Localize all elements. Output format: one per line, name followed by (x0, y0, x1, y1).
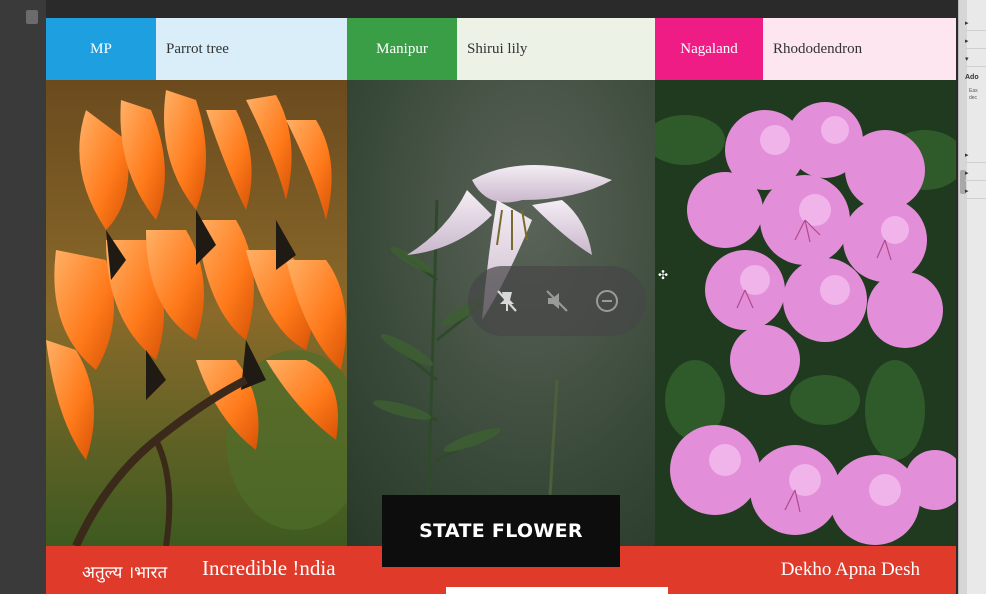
flower-label: Rhododendron (763, 18, 956, 80)
state-label: MP (46, 18, 156, 80)
panel-expander-5[interactable]: ▸ (965, 168, 986, 181)
panel-expander-2[interactable]: ▸ (965, 36, 986, 49)
panel-expander-6[interactable]: ▸ (965, 186, 986, 199)
panel-expander-1[interactable]: ▸ (965, 18, 986, 31)
state-flower-caption: STATE FLOWER (382, 495, 620, 567)
panel-expander-4[interactable]: ▸ (965, 150, 986, 163)
flower-label: Parrot tree (156, 18, 347, 80)
media-control-overlay (468, 266, 646, 336)
tagline-text: Dekho Apna Desh (780, 559, 920, 580)
minus-circle-icon[interactable] (590, 284, 624, 318)
panel-expander-3[interactable]: ▾ (965, 54, 986, 67)
rhododendron-photo (655, 80, 956, 546)
hindi-logo-text: अतुल्य ।भारत (82, 563, 168, 583)
panel-heading: Ado (965, 74, 979, 81)
panel-description: Eas dec (969, 88, 978, 101)
incredible-india-logo-text: Incredible !ndia (202, 556, 336, 580)
flower-label: Shirui lily (457, 18, 655, 80)
parrot-tree-photo (46, 80, 347, 546)
left-window-edge (0, 0, 46, 594)
mute-icon[interactable] (540, 284, 574, 318)
state-label: Manipur (347, 18, 457, 80)
flower-column-nagaland: Nagaland Rhododendron (655, 18, 956, 594)
move-cursor-icon: ✣ (658, 268, 669, 282)
window-knob (26, 10, 38, 24)
pin-off-icon[interactable] (490, 284, 524, 318)
right-side-panel: ▸ ▸ ▾ Ado Eas dec ▸ ▸ ▸ (958, 0, 986, 594)
presentation-slide: MP Parrot tree Manipur Shirui lily Nagal… (46, 18, 956, 594)
caption-underline (446, 587, 668, 594)
state-label: Nagaland (655, 18, 763, 80)
panel-scrollbar[interactable] (959, 0, 967, 594)
flower-column-mp: MP Parrot tree (46, 18, 347, 594)
